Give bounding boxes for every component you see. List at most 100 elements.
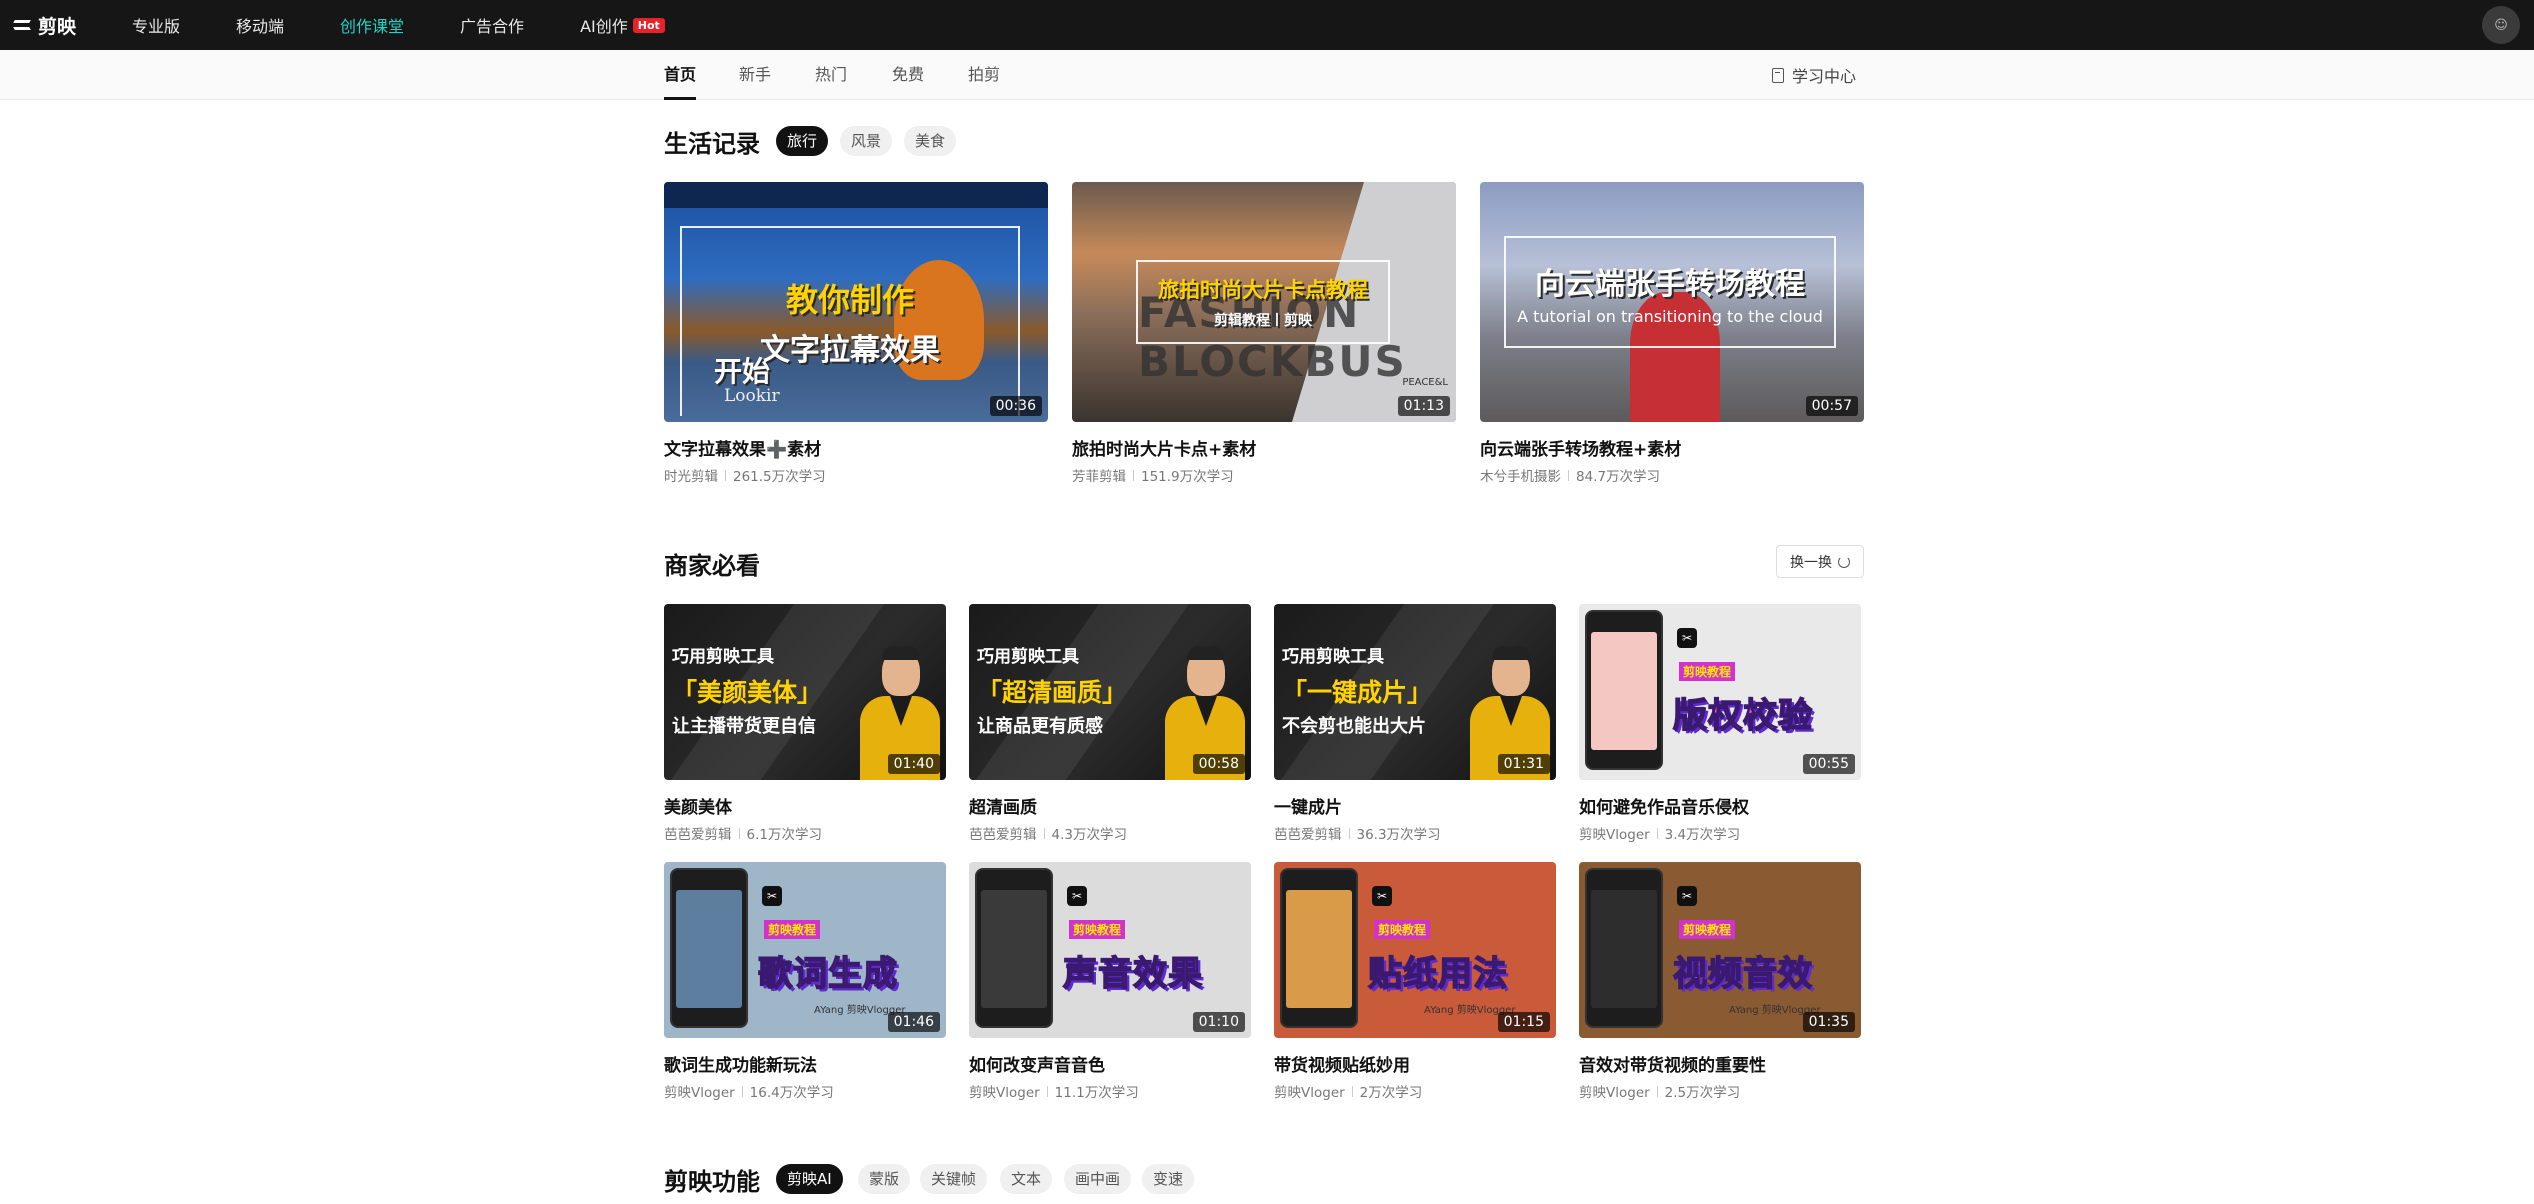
chip-scenery[interactable]: 风景 (840, 126, 893, 156)
video-title[interactable]: 带货视频贴纸妙用 (1274, 1051, 1556, 1076)
chip-mask[interactable]: 蒙版 (858, 1164, 911, 1194)
phone-screen-illustration (975, 868, 1053, 1028)
tab-popular[interactable]: 热门 (815, 50, 847, 100)
capcut-logo-icon: ✂ (1372, 886, 1392, 906)
duration-badge: 01:15 (1497, 1012, 1550, 1032)
chip-speed[interactable]: 变速 (1142, 1164, 1195, 1194)
tab-home[interactable]: 首页 (664, 50, 697, 100)
author-name[interactable]: 芭芭爱剪辑 (1274, 823, 1342, 843)
video-card[interactable]: 巧用剪映工具 「一键成片」 不会剪也能出大片 01:31 一键成片 芭芭爱剪辑 36.3万次… (1274, 604, 1556, 843)
capcut-logo-icon: ✂ (762, 886, 782, 906)
view-count: 84.7万次学习 (1576, 469, 1661, 485)
study-center-link[interactable]: 学习中心 (1772, 50, 1856, 100)
view-count: 6.1万次学习 (746, 827, 822, 843)
video-card[interactable]: 巧用剪映工具 「美颜美体」 让主播带货更自信 01:40 美颜美体 芭芭爱剪辑 6.1万次学… (664, 604, 946, 843)
video-title[interactable]: 旅拍时尚大片卡点+素材 (1072, 435, 1456, 460)
jianying-logo[interactable]: 剪映 (12, 8, 76, 42)
thumb-text: 歌词生成 (757, 953, 898, 995)
video-card[interactable]: ✂ 剪映教程 声音效果 01:10 如何改变声音音色 剪映Vloger 11.1万次学习 (969, 862, 1251, 1101)
thumb-text: 巧用剪映工具 (977, 647, 1079, 667)
video-card[interactable]: 教你制作 文字拉幕效果 开始 Lookir 00:36 文字拉幕效果➕素材 时光… (664, 182, 1048, 485)
thumb-text: 剪映教程 (1374, 920, 1431, 939)
author-name[interactable]: 木兮手机摄影 (1480, 465, 1561, 485)
video-title[interactable]: 文字拉幕效果➕素材 (664, 435, 1048, 460)
duration-badge: 01:46 (887, 1012, 940, 1032)
author-name[interactable]: 芭芭爱剪辑 (969, 823, 1037, 843)
thumb-text: 视频音效 (1672, 953, 1813, 995)
video-meta: 芭芭爱剪辑 6.1万次学习 (664, 823, 946, 843)
study-center-label: 学习中心 (1792, 67, 1857, 86)
chip-pip[interactable]: 画中画 (1064, 1164, 1132, 1194)
chip-travel[interactable]: 旅行 (776, 126, 829, 156)
phone-screen-illustration (1280, 868, 1358, 1028)
thumb-text: 旅拍时尚大片卡点教程 (1158, 278, 1368, 302)
nav-item-mobile[interactable]: 移动端 (236, 13, 284, 37)
book-icon (1772, 67, 1784, 83)
chip-jianying-ai[interactable]: 剪映AI (776, 1164, 843, 1194)
video-card[interactable]: 向云端张手转场教程 A tutorial on transitioning to… (1480, 182, 1864, 485)
author-name[interactable]: 芳菲剪辑 (1072, 465, 1126, 485)
author-name[interactable]: 剪映Vloger (1579, 823, 1650, 843)
chip-keyframe[interactable]: 关键帧 (920, 1164, 988, 1194)
video-title[interactable]: 如何改变声音音色 (969, 1051, 1251, 1076)
capcut-logo-icon: ✂ (1677, 886, 1697, 906)
author-name[interactable]: 芭芭爱剪辑 (664, 823, 732, 843)
author-name[interactable]: 剪映Vloger (1274, 1081, 1345, 1101)
author-name[interactable]: 剪映Vloger (969, 1081, 1040, 1101)
video-card[interactable]: FASHION BLOCKBUS 旅拍时尚大片卡点教程 剪辑教程丨剪映 PEAC… (1072, 182, 1456, 485)
video-thumbnail: 教你制作 文字拉幕效果 开始 Lookir 00:36 (664, 182, 1048, 422)
nav-item-label: AI创作 (580, 17, 628, 36)
capcut-logo-icon: ✂ (1677, 628, 1697, 648)
video-thumbnail: 向云端张手转场教程 A tutorial on transitioning to… (1480, 182, 1864, 422)
duration-badge: 01:10 (1192, 1012, 1245, 1032)
refresh-button[interactable]: 换一换 (1776, 545, 1864, 578)
nav-item-ai-creation[interactable]: AI创作 Hot (580, 13, 665, 37)
view-count: 4.3万次学习 (1051, 827, 1127, 843)
video-thumbnail: 巧用剪映工具 「超清画质」 让商品更有质感 00:58 (969, 604, 1251, 780)
tab-free[interactable]: 免费 (892, 50, 924, 100)
capcut-logo-icon: ✂ (1067, 886, 1087, 906)
author-name[interactable]: 剪映Vloger (1579, 1081, 1650, 1101)
video-thumbnail: FASHION BLOCKBUS 旅拍时尚大片卡点教程 剪辑教程丨剪映 PEAC… (1072, 182, 1456, 422)
tab-shoot-edit[interactable]: 拍剪 (968, 50, 1000, 100)
author-name[interactable]: 剪映Vloger (664, 1081, 735, 1101)
nav-item-pro[interactable]: 专业版 (132, 13, 180, 37)
thumb-text: Lookir (724, 386, 780, 406)
video-title[interactable]: 歌词生成功能新玩法 (664, 1051, 946, 1076)
video-title[interactable]: 向云端张手转场教程+素材 (1480, 435, 1864, 460)
nav-item-ad-cooperation[interactable]: 广告合作 (460, 13, 524, 37)
logo-text: 剪映 (38, 15, 77, 38)
video-thumbnail: ✂ 剪映教程 声音效果 01:10 (969, 862, 1251, 1038)
view-count: 2万次学习 (1359, 1085, 1423, 1101)
chip-food[interactable]: 美食 (904, 126, 957, 156)
video-title[interactable]: 一键成片 (1274, 793, 1556, 818)
video-card[interactable]: 巧用剪映工具 「超清画质」 让商品更有质感 00:58 超清画质芭芭爱剪辑 4.3万次学习 (969, 604, 1251, 843)
nav-item-creative-class[interactable]: 创作课堂 (340, 13, 404, 37)
video-title[interactable]: 美颜美体 (664, 793, 946, 818)
phone-screen-illustration (1585, 610, 1663, 770)
thumb-text: A tutorial on transitioning to the cloud (1517, 306, 1823, 326)
video-title[interactable]: 如何避免作品音乐侵权 (1579, 793, 1861, 818)
video-card[interactable]: ✂ 剪映教程 版权校验 00:55 如何避免作品音乐侵权 剪映Vloger 3.4万次学习 (1579, 604, 1861, 843)
top-navigation-bar: 剪映 专业版 移动端 创作课堂 广告合作 AI创作 Hot ☺ (0, 0, 2534, 50)
video-title[interactable]: 音效对带货视频的重要性 (1579, 1051, 1861, 1076)
view-count: 151.9万次学习 (1141, 469, 1234, 485)
category-tab-bar: 首页 新手 热门 免费 拍剪 学习中心 (0, 50, 2534, 100)
video-thumbnail: ✂ 剪映教程 歌词生成 AYang 剪映Vlogger 01:46 (664, 862, 946, 1038)
video-card[interactable]: ✂ 剪映教程 歌词生成 AYang 剪映Vlogger 01:46 歌词生成功能新玩法剪映… (664, 862, 946, 1101)
chip-text[interactable]: 文本 (1000, 1164, 1053, 1194)
video-title[interactable]: 超清画质 (969, 793, 1251, 818)
duration-badge: 01:35 (1802, 1012, 1855, 1032)
view-count: 2.5万次学习 (1664, 1085, 1741, 1101)
video-meta: 木兮手机摄影 84.7万次学习 (1480, 465, 1864, 485)
user-avatar[interactable]: ☺ (2482, 6, 2520, 44)
author-name[interactable]: 时光剪辑 (664, 465, 718, 485)
duration-badge: 01:31 (1497, 754, 1550, 774)
video-thumbnail: 巧用剪映工具 「一键成片」 不会剪也能出大片 01:31 (1274, 604, 1556, 780)
video-card[interactable]: ✂ 剪映教程 视频音效 AYang 剪映Vlogger 01:35 音效对带货视频的重要性… (1579, 862, 1861, 1101)
video-card[interactable]: ✂ 剪映教程 贴纸用法 AYang 剪映Vlogger 01:15 带货视频贴纸妙用 剪映V… (1274, 862, 1556, 1101)
video-meta: 剪映Vloger 16.4万次学习 (664, 1081, 946, 1101)
thumb-text: 剪映教程 (1679, 662, 1736, 681)
nav-item-label: 移动端 (236, 17, 285, 36)
tab-beginner[interactable]: 新手 (739, 50, 771, 100)
